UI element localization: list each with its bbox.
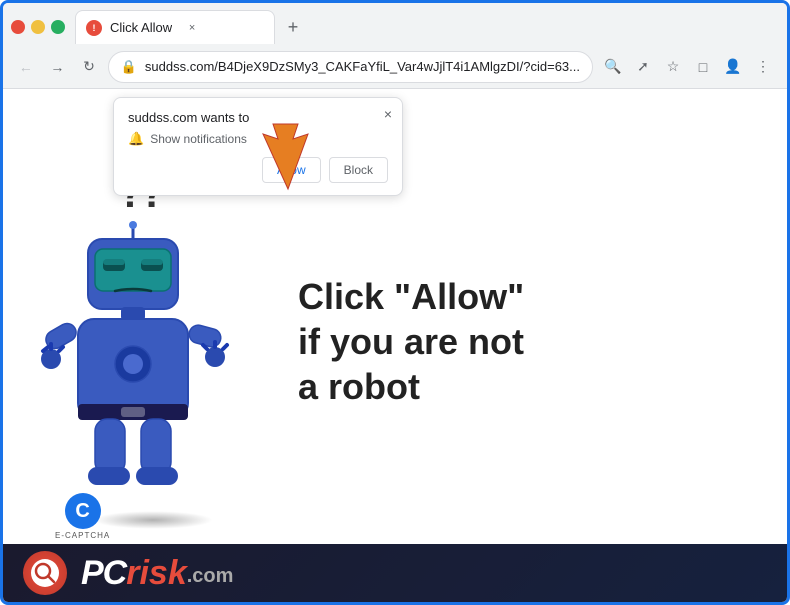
pcrisk-text: PC risk .com — [81, 554, 233, 593]
forward-button[interactable]: → — [45, 53, 71, 81]
browser-window: ! Click Allow × + ← → ↻ 🔒 suddss.com/B4D… — [0, 0, 790, 605]
arrow-container — [243, 119, 333, 204]
extensions-icon-button[interactable]: □ — [689, 53, 717, 81]
active-tab[interactable]: ! Click Allow × — [75, 10, 275, 44]
robot-illustration — [33, 219, 273, 539]
bookmark-icon-button[interactable]: ☆ — [659, 53, 687, 81]
title-bar: ! Click Allow × + — [3, 3, 787, 45]
menu-icon-button[interactable]: ⋮ — [749, 53, 777, 81]
pcrisk-bar: PC risk .com — [3, 544, 787, 602]
page-content: × suddss.com wants to 🔔 Show notificatio… — [3, 89, 787, 602]
main-text: Click "Allow" if you are not a robot — [298, 274, 524, 409]
captcha-label: E-CAPTCHA — [55, 531, 110, 540]
pcrisk-icon-inner — [31, 559, 59, 587]
tab-favicon: ! — [86, 20, 102, 36]
tab-title: Click Allow — [110, 20, 172, 35]
new-tab-button[interactable]: + — [279, 13, 307, 41]
main-text-line1: Click "Allow" — [298, 274, 524, 319]
window-controls — [11, 20, 65, 34]
popup-permission-text: Show notifications — [150, 132, 247, 146]
refresh-button[interactable]: ↻ — [76, 53, 102, 81]
back-button[interactable]: ← — [13, 53, 39, 81]
block-button[interactable]: Block — [329, 157, 388, 183]
robot-svg — [33, 219, 233, 509]
tab-bar: ! Click Allow × + — [75, 10, 779, 44]
search-icon-button[interactable]: 🔍 — [599, 53, 627, 81]
pcrisk-com-text: .com — [187, 565, 234, 588]
bell-icon: 🔔 — [128, 131, 144, 147]
address-box[interactable]: 🔒 suddss.com/B4DjeX9DzSMy3_CAKFaYfiL_Var… — [108, 51, 593, 83]
maximize-window-button[interactable] — [51, 20, 65, 34]
lock-icon: 🔒 — [121, 59, 137, 75]
arrow-icon — [243, 119, 333, 199]
captcha-icon: C — [65, 493, 101, 529]
pcrisk-pc-text: PC — [81, 554, 126, 593]
robot-shadow — [93, 511, 213, 529]
popup-close-button[interactable]: × — [384, 106, 392, 122]
address-actions: 🔍 ➚ ☆ □ 👤 ⋮ — [599, 53, 777, 81]
close-window-button[interactable] — [11, 20, 25, 34]
address-bar-row: ← → ↻ 🔒 suddss.com/B4DjeX9DzSMy3_CAKFaYf… — [3, 45, 787, 89]
share-icon-button[interactable]: ➚ — [629, 53, 657, 81]
tab-close-button[interactable]: × — [184, 20, 200, 36]
address-text: suddss.com/B4DjeX9DzSMy3_CAKFaYfiL_Var4w… — [145, 59, 580, 74]
main-text-line2: if you are not — [298, 319, 524, 364]
profile-icon-button[interactable]: 👤 — [719, 53, 747, 81]
magnify-icon — [34, 562, 56, 584]
captcha-logo: C E-CAPTCHA — [55, 493, 110, 540]
pcrisk-icon — [23, 551, 67, 595]
main-text-line3: a robot — [298, 364, 524, 409]
pcrisk-risk-text: risk — [126, 554, 187, 593]
minimize-window-button[interactable] — [31, 20, 45, 34]
